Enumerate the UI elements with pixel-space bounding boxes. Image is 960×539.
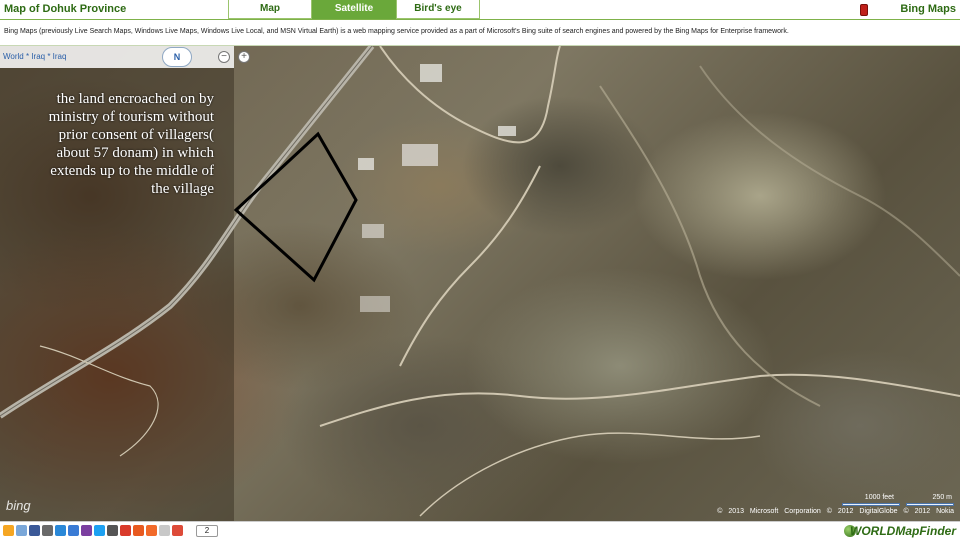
footer-bar: 2 WORLDMapFinder (0, 521, 960, 539)
brand-label: Bing Maps (900, 3, 956, 15)
tab-map[interactable]: Map (228, 0, 312, 19)
satellite-map[interactable]: World * Iraq * Iraq N − + the land encro… (0, 46, 960, 521)
valley-road-2 (419, 432, 761, 517)
breadcrumb-text[interactable]: World * Iraq * Iraq (3, 52, 66, 61)
annotation-line: about 57 donam) in which (56, 145, 214, 161)
building-block-3 (498, 126, 516, 136)
breadcrumb: World * Iraq * Iraq (0, 46, 234, 68)
scale-bar: 1000 feet 250 m (840, 494, 956, 508)
page-title: Map of Dohuk Province (4, 3, 127, 15)
secondary-road (379, 46, 561, 144)
secondary-road-2 (399, 165, 541, 367)
building-block (420, 64, 442, 82)
annotation-line: prior consent of villagers( (58, 127, 214, 143)
share-icon[interactable] (68, 525, 79, 536)
share-icon[interactable] (94, 525, 105, 536)
annotation-line: extends up to the middle of (50, 163, 214, 179)
share-icon[interactable] (133, 525, 144, 536)
annotation-line: the village (151, 181, 214, 197)
tab-satellite[interactable]: Satellite (312, 0, 396, 19)
share-icon[interactable] (146, 525, 157, 536)
share-icon[interactable] (55, 525, 66, 536)
share-icon[interactable] (159, 525, 170, 536)
ridge-line-2 (699, 65, 960, 277)
worldmapfinder-logo[interactable]: WORLDMapFinder (850, 524, 956, 538)
local-road (39, 345, 159, 457)
annotation-line: ministry of tourism without (48, 109, 214, 125)
description-text: Bing Maps (previously Live Search Maps, … (4, 28, 789, 35)
description-bar: Bing Maps (previously Live Search Maps, … (0, 20, 960, 46)
scale-bar-meters (906, 503, 954, 506)
building-cluster-2 (362, 224, 384, 238)
scale-bar-feet (842, 503, 900, 506)
encroachment-boundary (233, 131, 358, 283)
share-icon[interactable] (107, 525, 118, 536)
building-cluster-3 (360, 296, 390, 312)
share-icons (3, 525, 183, 536)
view-tabs: Map Satellite Bird's eye (228, 0, 480, 19)
map-annotation: the land encroached on by ministry of to… (20, 90, 214, 198)
annotation-line: the land encroached on by (56, 91, 214, 107)
valley-road (319, 373, 960, 427)
bing-logo: bing (6, 498, 31, 513)
zoom-out-button[interactable]: − (218, 51, 230, 63)
ridge-line (599, 85, 821, 407)
share-icon[interactable] (29, 525, 40, 536)
building-cluster (402, 144, 438, 166)
scale-feet-label: 1000 feet (864, 494, 894, 501)
share-icon[interactable] (120, 525, 131, 536)
tab-birds-eye[interactable]: Bird's eye (396, 0, 480, 19)
share-icon[interactable] (16, 525, 27, 536)
header-bar: Map of Dohuk Province Map Satellite Bird… (0, 0, 960, 20)
pin-icon (860, 4, 868, 16)
share-icon[interactable] (42, 525, 53, 536)
compass-control[interactable]: N (162, 47, 192, 67)
share-icon[interactable] (3, 525, 14, 536)
zoom-in-button[interactable]: + (238, 51, 250, 63)
share-icon[interactable] (172, 525, 183, 536)
share-count: 2 (196, 525, 218, 537)
copyright-text: © 2013 Microsoft Corporation © 2012 Digi… (717, 508, 954, 515)
building-block-2 (358, 158, 374, 170)
scale-meters-label: 250 m (932, 494, 952, 501)
share-icon[interactable] (81, 525, 92, 536)
